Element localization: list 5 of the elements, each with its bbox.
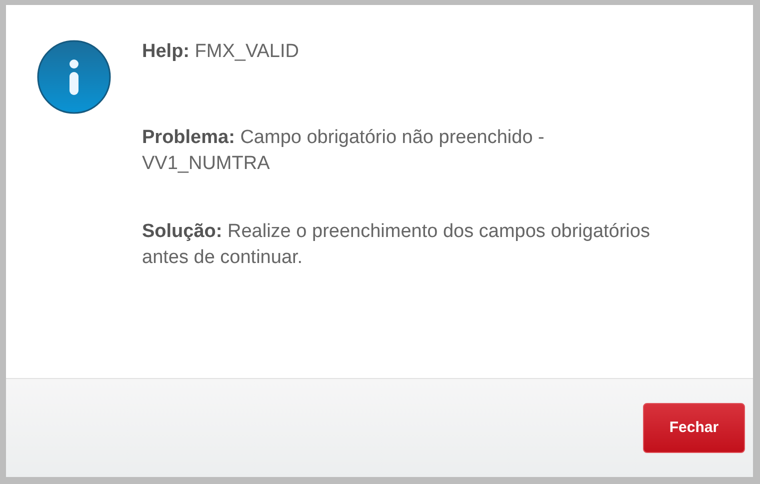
- message-text: Help: FMX_VALID: [142, 40, 300, 64]
- close-button[interactable]: Fechar: [643, 402, 745, 452]
- info-icon: [36, 39, 112, 115]
- message-text: Solução: Realize o preenchimento dos campos obrigatórios antes de continuar.: [142, 220, 651, 270]
- message-text: Problema: Campo obrigatório não preenchido - VV1_NUMTRA: [142, 126, 546, 176]
